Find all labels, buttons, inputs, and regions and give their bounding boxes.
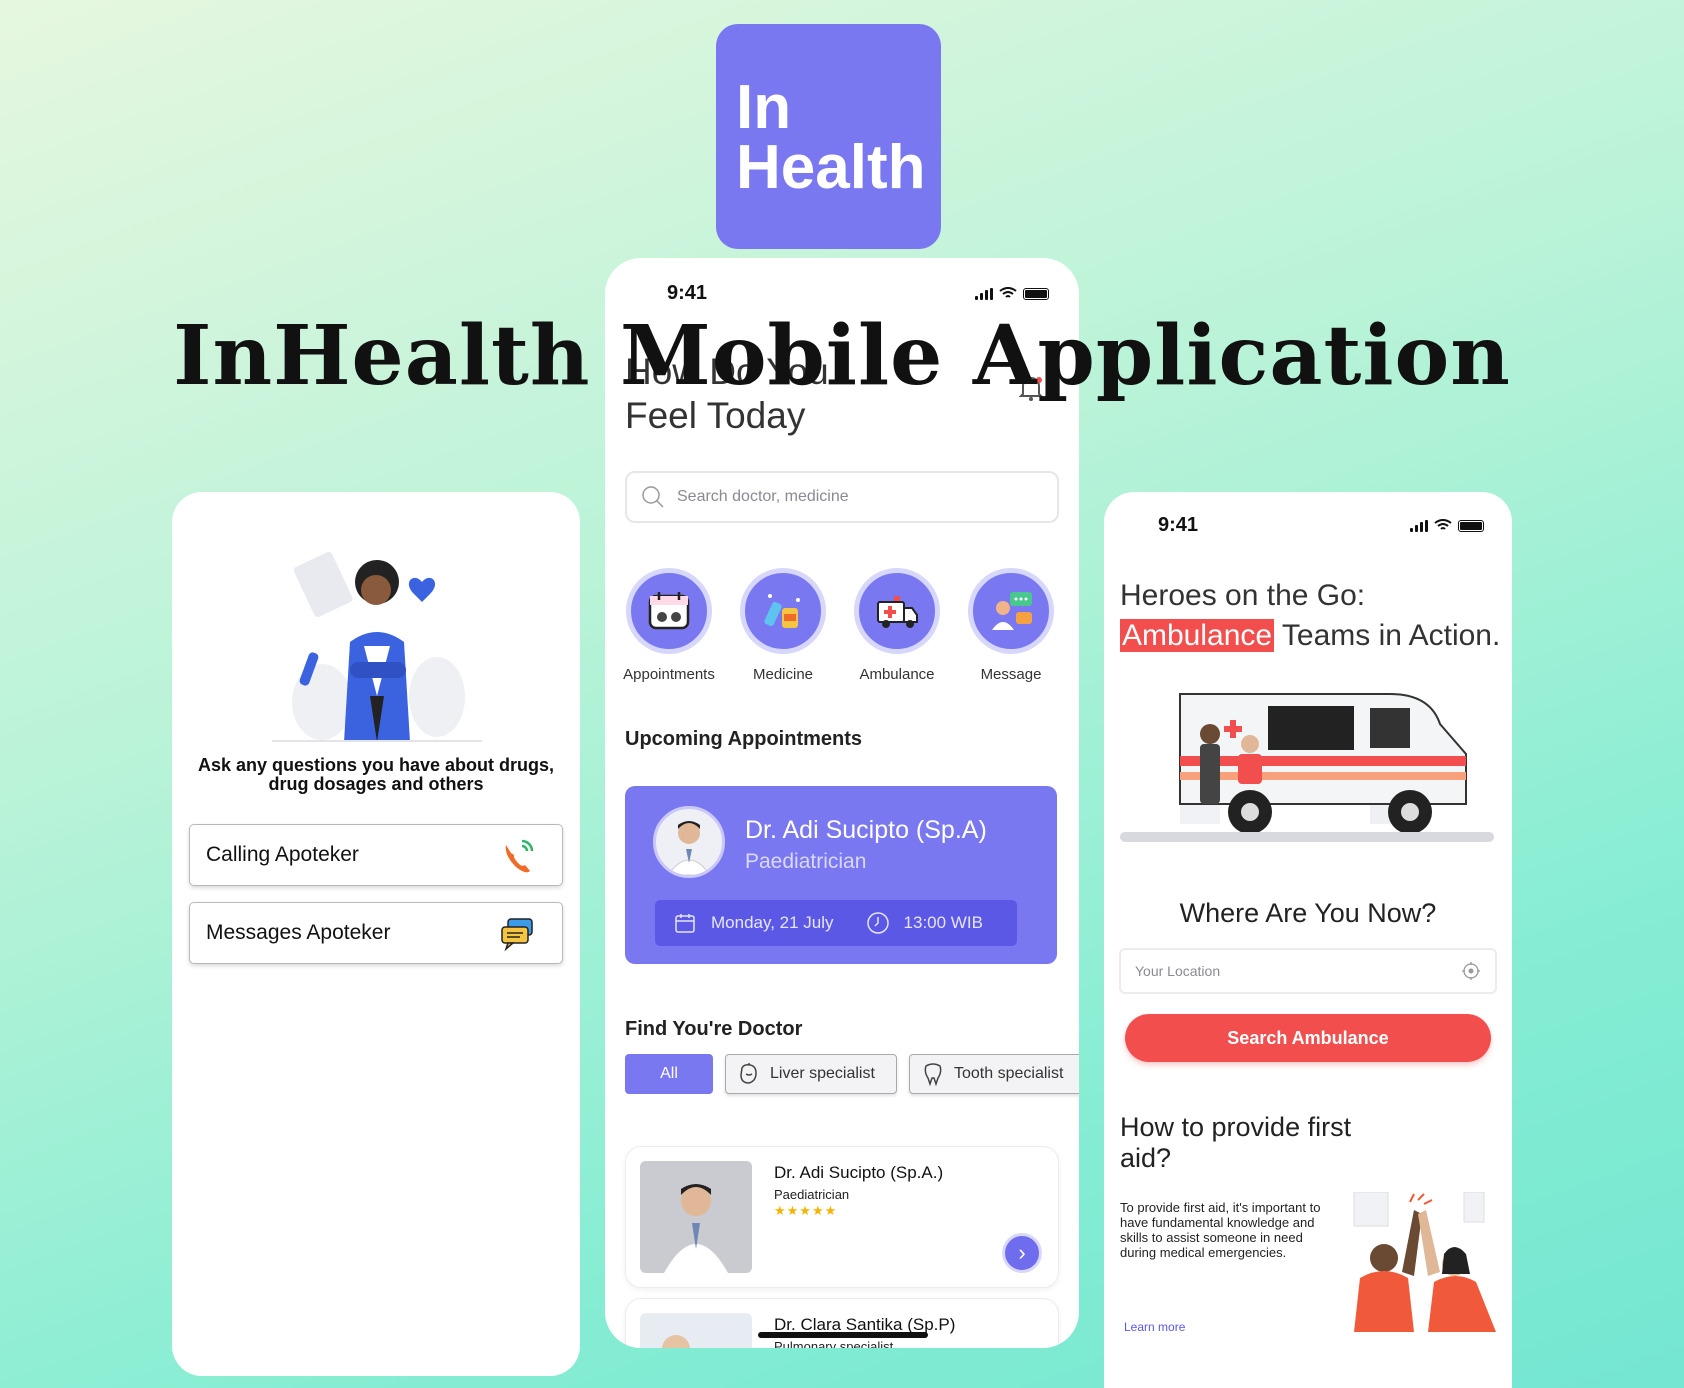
category-label: Medicine — [752, 666, 814, 683]
logo-line-2: Health — [736, 133, 926, 202]
home-indicator — [758, 1332, 928, 1338]
avatar — [653, 806, 725, 878]
category-medicine[interactable]: Medicine — [735, 568, 831, 683]
filter-label: Tooth specialist — [954, 1065, 1064, 1082]
first-aid-text: To provide first aid, it's important to … — [1120, 1200, 1321, 1260]
appointment-card[interactable]: Dr. Adi Sucipto (Sp.A) Paediatrician Mon… — [625, 786, 1057, 964]
pharmacist-prompt: Ask any questions you have about drugs, … — [197, 755, 555, 794]
medicine-icon — [764, 594, 800, 628]
appointment-time: 13:00 WIB — [903, 913, 983, 932]
appointment-schedule: Monday, 21 July 13:00 WIB — [655, 900, 1017, 946]
signal-icon — [975, 287, 993, 300]
phone-call-icon — [505, 839, 534, 873]
category-message[interactable]: Message — [963, 568, 1059, 683]
doctor-illustration — [272, 551, 482, 742]
category-ambulance[interactable]: Ambulance — [849, 568, 945, 683]
location-placeholder: Your Location — [1135, 963, 1221, 979]
star-rating: ★★★★★ — [774, 1203, 838, 1218]
calendar-icon — [675, 914, 695, 933]
pharmacist-screen: Ask any questions you have about drugs, … — [172, 492, 580, 1376]
appointment-doctor-specialty: Paediatrician — [745, 850, 867, 873]
doctor-photo — [640, 1161, 752, 1273]
status-time: 9:41 — [1158, 514, 1199, 536]
search-ambulance-button[interactable]: Search Ambulance — [1125, 1014, 1491, 1062]
first-aid-title: How to provide first aid? — [1120, 1112, 1352, 1173]
search-bar[interactable]: Search doctor, medicine — [625, 471, 1059, 523]
status-time: 9:41 — [667, 282, 708, 304]
location-input[interactable]: Your Location — [1119, 948, 1497, 994]
chevron-right-icon[interactable]: › — [1002, 1233, 1042, 1273]
filter-label: Liver specialist — [770, 1065, 875, 1082]
doctor-photo — [640, 1313, 752, 1348]
signal-icon — [1410, 519, 1428, 532]
clock-icon — [866, 912, 889, 934]
filter-all-chip[interactable]: All — [625, 1054, 713, 1094]
appointment-date: Monday, 21 July — [711, 913, 834, 932]
doctor-name: Dr. Adi Sucipto (Sp.A.) — [774, 1163, 944, 1182]
wifi-icon — [999, 287, 1017, 298]
home-screen: 9:41 How Do You Feel Today Search doctor… — [605, 258, 1079, 1348]
locate-icon[interactable] — [1461, 961, 1481, 981]
where-title: Where Are You Now? — [1179, 898, 1437, 928]
category-label: Appointments — [623, 666, 715, 683]
battery-icon — [1458, 519, 1484, 532]
calling-apoteker-button[interactable]: Calling Apoteker — [189, 824, 563, 886]
status-bar: 9:41 — [1158, 514, 1484, 537]
headline-line-1: Heroes on the Go: — [1120, 579, 1366, 612]
headline-highlight: Ambulance — [1120, 619, 1275, 652]
ambulance-headline: Heroes on the Go: Ambulance Teams in Act… — [1120, 576, 1512, 656]
doctor-specialty: Paediatrician — [774, 1187, 850, 1202]
wifi-icon — [1434, 519, 1452, 530]
chat-bubbles-icon — [501, 918, 533, 952]
liver-icon — [740, 1063, 757, 1084]
learn-more-link[interactable]: Learn more — [1124, 1320, 1185, 1334]
filter-tooth-chip[interactable]: Tooth specialist — [909, 1054, 1079, 1094]
headline-rest: Teams in Action. — [1274, 619, 1501, 652]
battery-icon — [1023, 287, 1049, 300]
messages-apoteker-button[interactable]: Messages Apoteker — [189, 902, 563, 964]
doctor-card[interactable]: Dr. Clara Santika (Sp.P) Pulmonary speci… — [625, 1298, 1059, 1348]
ambulance-icon — [877, 596, 918, 628]
filter-label: All — [660, 1065, 678, 1082]
category-label: Ambulance — [859, 666, 935, 683]
search-placeholder: Search doctor, medicine — [677, 488, 849, 505]
appointment-doctor-name: Dr. Adi Sucipto (Sp.A) — [745, 816, 987, 844]
messages-apoteker-label: Messages Apoteker — [206, 921, 391, 944]
doctor-card[interactable]: Dr. Adi Sucipto (Sp.A.) Paediatrician ★★… — [625, 1146, 1059, 1288]
ambulance-illustration — [1120, 693, 1494, 842]
tooth-icon — [924, 1063, 942, 1086]
message-icon — [992, 592, 1032, 630]
page-title: InHealth Mobile Application — [173, 308, 1511, 404]
category-label: Message — [980, 666, 1042, 683]
status-bar: 9:41 — [667, 282, 1049, 305]
find-doctor-title: Find You're Doctor — [625, 1018, 803, 1040]
upcoming-title: Upcoming Appointments — [625, 728, 863, 750]
high-five-illustration — [1353, 1192, 1496, 1332]
logo-line-1: In — [736, 73, 792, 142]
ambulance-screen: 9:41 Heroes on the Go: Ambulance Teams i… — [1104, 492, 1512, 1388]
calling-apoteker-label: Calling Apoteker — [206, 843, 359, 866]
app-logo: In Health — [716, 24, 941, 249]
calendar-icon — [648, 592, 690, 630]
category-appointments[interactable]: Appointments — [621, 568, 717, 683]
filter-liver-chip[interactable]: Liver specialist — [725, 1054, 897, 1094]
search-icon — [642, 486, 664, 508]
doctor-specialty: Pulmonary specialist — [774, 1339, 894, 1348]
